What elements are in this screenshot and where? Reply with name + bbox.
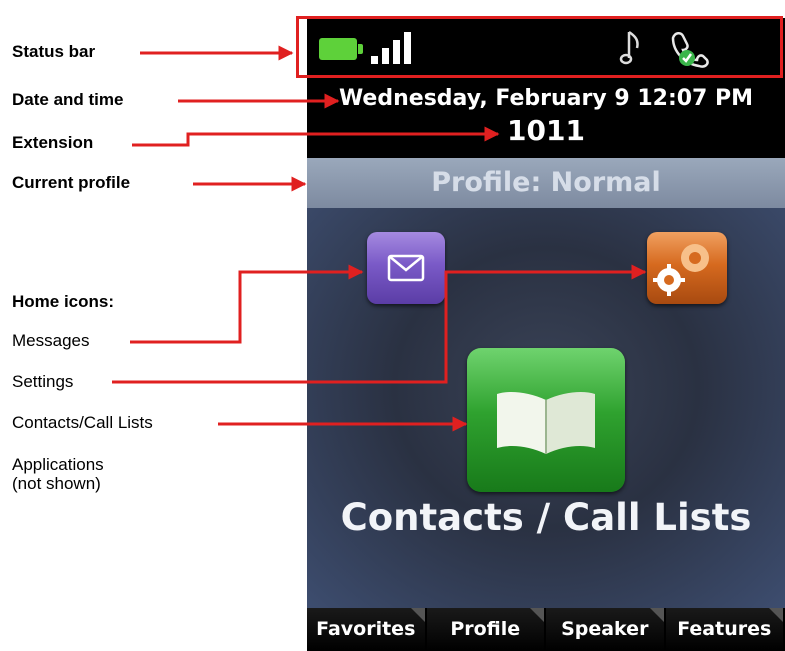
- callout-settings: Settings: [12, 372, 74, 391]
- callout-applications: Applications (not shown): [12, 455, 104, 493]
- callout-extension: Extension: [12, 133, 94, 152]
- music-note-icon: [619, 30, 639, 65]
- softkey-features[interactable]: Features: [665, 608, 785, 651]
- battery-icon: [319, 38, 363, 60]
- softkey-bar: Favorites Profile Speaker Features: [307, 608, 785, 651]
- callout-contacts: Contacts/Call Lists: [12, 413, 153, 432]
- softkey-favorites[interactable]: Favorites: [307, 608, 427, 651]
- messages-app-icon[interactable]: [367, 232, 445, 304]
- signal-strength-icon: [371, 32, 417, 64]
- phone-registered-icon: [671, 32, 709, 68]
- callout-home-icons: Home icons:: [12, 292, 115, 311]
- softkey-profile[interactable]: Profile: [426, 608, 546, 651]
- home-screen: Contacts / Call Lists: [307, 208, 785, 608]
- callout-date-time: Date and time: [12, 90, 124, 109]
- envelope-icon: [387, 254, 425, 282]
- open-book-icon: [497, 392, 595, 454]
- contacts-call-lists-label: Contacts / Call Lists: [340, 496, 752, 539]
- status-bar: [307, 18, 785, 78]
- softkey-speaker[interactable]: Speaker: [546, 608, 666, 651]
- gear-icon: [653, 244, 709, 296]
- callout-applications-line1: Applications: [12, 455, 104, 474]
- current-profile-bar[interactable]: Profile: Normal: [307, 158, 785, 208]
- date-time: Wednesday, February 9 12:07 PM: [338, 86, 754, 111]
- contacts-call-lists-app-icon[interactable]: [467, 348, 625, 492]
- settings-app-icon[interactable]: [647, 232, 727, 304]
- phone-screen: Wednesday, February 9 12:07 PM 1011 Prof…: [307, 18, 785, 651]
- callout-applications-line2: (not shown): [12, 474, 101, 493]
- callout-messages: Messages: [12, 331, 90, 350]
- callout-status-bar: Status bar: [12, 42, 96, 61]
- callout-current-profile: Current profile: [12, 173, 131, 192]
- extension-number: 1011: [507, 114, 585, 147]
